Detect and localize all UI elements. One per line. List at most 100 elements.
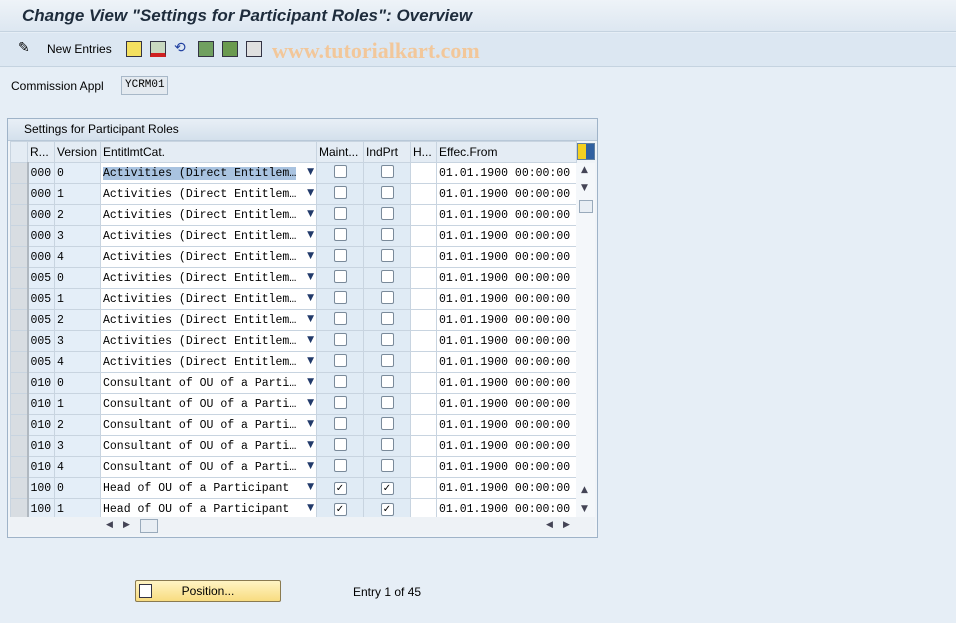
effective-from-cell[interactable]: 01.01.1900 00:00:00 xyxy=(436,204,577,226)
indprt-checkbox[interactable] xyxy=(380,395,394,409)
column-header[interactable]: Version xyxy=(54,141,101,163)
maint-checkbox[interactable] xyxy=(333,353,347,367)
select-block-icon[interactable] xyxy=(222,41,238,57)
maint-checkbox[interactable] xyxy=(333,332,347,346)
entitlement-category-dropdown[interactable]: ▼ Consultant of OU of a Parti… xyxy=(100,456,317,478)
maint-checkbox[interactable] xyxy=(333,290,347,304)
row-selector[interactable] xyxy=(10,204,29,226)
entitlement-category-dropdown[interactable]: ▼ Activities (Direct Entitlem… xyxy=(100,330,317,352)
new-entries-button[interactable]: New Entries xyxy=(47,42,112,56)
scroll-left-icon[interactable]: ◀ xyxy=(106,520,113,530)
chevron-down-icon[interactable]: ▼ xyxy=(307,293,314,303)
entitlement-category-dropdown[interactable]: ▼ Consultant of OU of a Parti… xyxy=(100,393,317,415)
chevron-down-icon[interactable]: ▼ xyxy=(307,503,314,513)
effective-from-cell[interactable]: 01.01.1900 00:00:00 xyxy=(436,477,577,499)
indprt-checkbox[interactable] xyxy=(380,332,394,346)
chevron-down-icon[interactable]: ▼ xyxy=(307,377,314,387)
row-selector[interactable] xyxy=(10,330,29,352)
effective-from-cell[interactable]: 01.01.1900 00:00:00 xyxy=(436,267,577,289)
select-all-column[interactable] xyxy=(10,141,28,163)
chevron-down-icon[interactable]: ▼ xyxy=(307,272,314,282)
entitlement-category-dropdown[interactable]: ▼ Activities (Direct Entitlem… xyxy=(100,225,317,247)
maint-checkbox[interactable] xyxy=(333,311,347,325)
scroll-up-icon[interactable]: ▲ xyxy=(581,165,588,175)
indprt-checkbox[interactable] xyxy=(380,374,394,388)
maint-checkbox[interactable] xyxy=(333,185,347,199)
effective-from-cell[interactable]: 01.01.1900 00:00:00 xyxy=(436,183,577,205)
row-selector[interactable] xyxy=(10,162,29,184)
indprt-checkbox[interactable] xyxy=(380,269,394,283)
indprt-checkbox[interactable] xyxy=(380,164,394,178)
entitlement-category-dropdown[interactable]: ▼ Consultant of OU of a Parti… xyxy=(100,435,317,457)
indprt-checkbox[interactable] xyxy=(380,416,394,430)
row-selector[interactable] xyxy=(10,246,29,268)
select-all-icon[interactable] xyxy=(198,41,214,57)
hscroll-thumb[interactable] xyxy=(140,519,158,533)
entitlement-category-dropdown[interactable]: ▼ Head of OU of a Participant xyxy=(100,477,317,499)
indprt-checkbox[interactable]: ✓ xyxy=(380,481,394,495)
maint-checkbox[interactable] xyxy=(333,374,347,388)
effective-from-cell[interactable]: 01.01.1900 00:00:00 xyxy=(436,246,577,268)
column-header[interactable]: IndPrt xyxy=(363,141,411,163)
row-selector[interactable] xyxy=(10,372,29,394)
entitlement-category-dropdown[interactable]: ▼ Activities (Direct Entitlem… xyxy=(100,204,317,226)
delete-icon[interactable] xyxy=(150,41,166,57)
chevron-down-icon[interactable]: ▼ xyxy=(307,188,314,198)
chevron-down-icon[interactable]: ▼ xyxy=(307,482,314,492)
effective-from-cell[interactable]: 01.01.1900 00:00:00 xyxy=(436,393,577,415)
vertical-scrollbar[interactable]: ▲ ▼ ▲ ▼ xyxy=(576,163,595,518)
entitlement-category-dropdown[interactable]: ▼ Consultant of OU of a Parti… xyxy=(100,372,317,394)
maint-checkbox[interactable]: ✓ xyxy=(333,481,347,495)
chevron-down-icon[interactable]: ▼ xyxy=(307,314,314,324)
column-config-icon[interactable] xyxy=(577,143,595,160)
undo-icon[interactable]: ⟲ xyxy=(174,39,190,55)
indprt-checkbox[interactable] xyxy=(380,290,394,304)
column-header[interactable]: H... xyxy=(410,141,437,163)
column-header[interactable]: Effec.From xyxy=(436,141,577,163)
scroll-page-down-icon[interactable]: ▼ xyxy=(581,504,588,514)
scroll-page-up-icon[interactable]: ▲ xyxy=(581,485,588,495)
scroll-down-icon[interactable]: ▼ xyxy=(581,183,588,193)
commission-appl-field[interactable]: YCRM01 xyxy=(121,76,168,95)
maint-checkbox[interactable] xyxy=(333,248,347,262)
entitlement-category-dropdown[interactable]: ▼ Activities (Direct Entitlem… xyxy=(100,351,317,373)
row-selector[interactable] xyxy=(10,393,29,415)
position-button[interactable]: Position... xyxy=(135,580,281,602)
entitlement-category-dropdown[interactable]: ▼ Activities (Direct Entitlem… xyxy=(100,267,317,289)
chevron-down-icon[interactable]: ▼ xyxy=(307,398,314,408)
entitlement-category-dropdown[interactable]: ▼ Activities (Direct Entitlem… xyxy=(100,288,317,310)
edit-pencil-icon[interactable]: ✎ xyxy=(18,39,34,55)
chevron-down-icon[interactable]: ▼ xyxy=(307,356,314,366)
chevron-down-icon[interactable]: ▼ xyxy=(307,167,314,177)
entitlement-category-dropdown[interactable]: ▼ Activities (Direct Entitlem… xyxy=(100,246,317,268)
effective-from-cell[interactable]: 01.01.1900 00:00:00 xyxy=(436,372,577,394)
indprt-checkbox[interactable] xyxy=(380,206,394,220)
entitlement-category-dropdown[interactable]: ▼ Consultant of OU of a Parti… xyxy=(100,414,317,436)
entitlement-category-dropdown[interactable]: ▼ Activities (Direct Entitlem… xyxy=(100,162,317,184)
indprt-checkbox[interactable] xyxy=(380,353,394,367)
chevron-down-icon[interactable]: ▼ xyxy=(307,335,314,345)
indprt-checkbox[interactable] xyxy=(380,437,394,451)
chevron-down-icon[interactable]: ▼ xyxy=(307,440,314,450)
maint-checkbox[interactable] xyxy=(333,206,347,220)
deselect-all-icon[interactable] xyxy=(246,41,262,57)
maint-checkbox[interactable] xyxy=(333,395,347,409)
scroll-left-end-icon[interactable]: ◀ xyxy=(546,520,553,530)
effective-from-cell[interactable]: 01.01.1900 00:00:00 xyxy=(436,330,577,352)
copy-icon[interactable] xyxy=(126,41,142,57)
chevron-down-icon[interactable]: ▼ xyxy=(307,209,314,219)
chevron-down-icon[interactable]: ▼ xyxy=(307,419,314,429)
row-selector[interactable] xyxy=(10,267,29,289)
effective-from-cell[interactable]: 01.01.1900 00:00:00 xyxy=(436,162,577,184)
row-selector[interactable] xyxy=(10,225,29,247)
effective-from-cell[interactable]: 01.01.1900 00:00:00 xyxy=(436,435,577,457)
maint-checkbox[interactable] xyxy=(333,164,347,178)
effective-from-cell[interactable]: 01.01.1900 00:00:00 xyxy=(436,309,577,331)
row-selector[interactable] xyxy=(10,477,29,499)
chevron-down-icon[interactable]: ▼ xyxy=(307,461,314,471)
effective-from-cell[interactable]: 01.01.1900 00:00:00 xyxy=(436,351,577,373)
column-header[interactable]: Maint... xyxy=(316,141,364,163)
effective-from-cell[interactable]: 01.01.1900 00:00:00 xyxy=(436,414,577,436)
indprt-checkbox[interactable] xyxy=(380,248,394,262)
maint-checkbox[interactable]: ✓ xyxy=(333,502,347,516)
